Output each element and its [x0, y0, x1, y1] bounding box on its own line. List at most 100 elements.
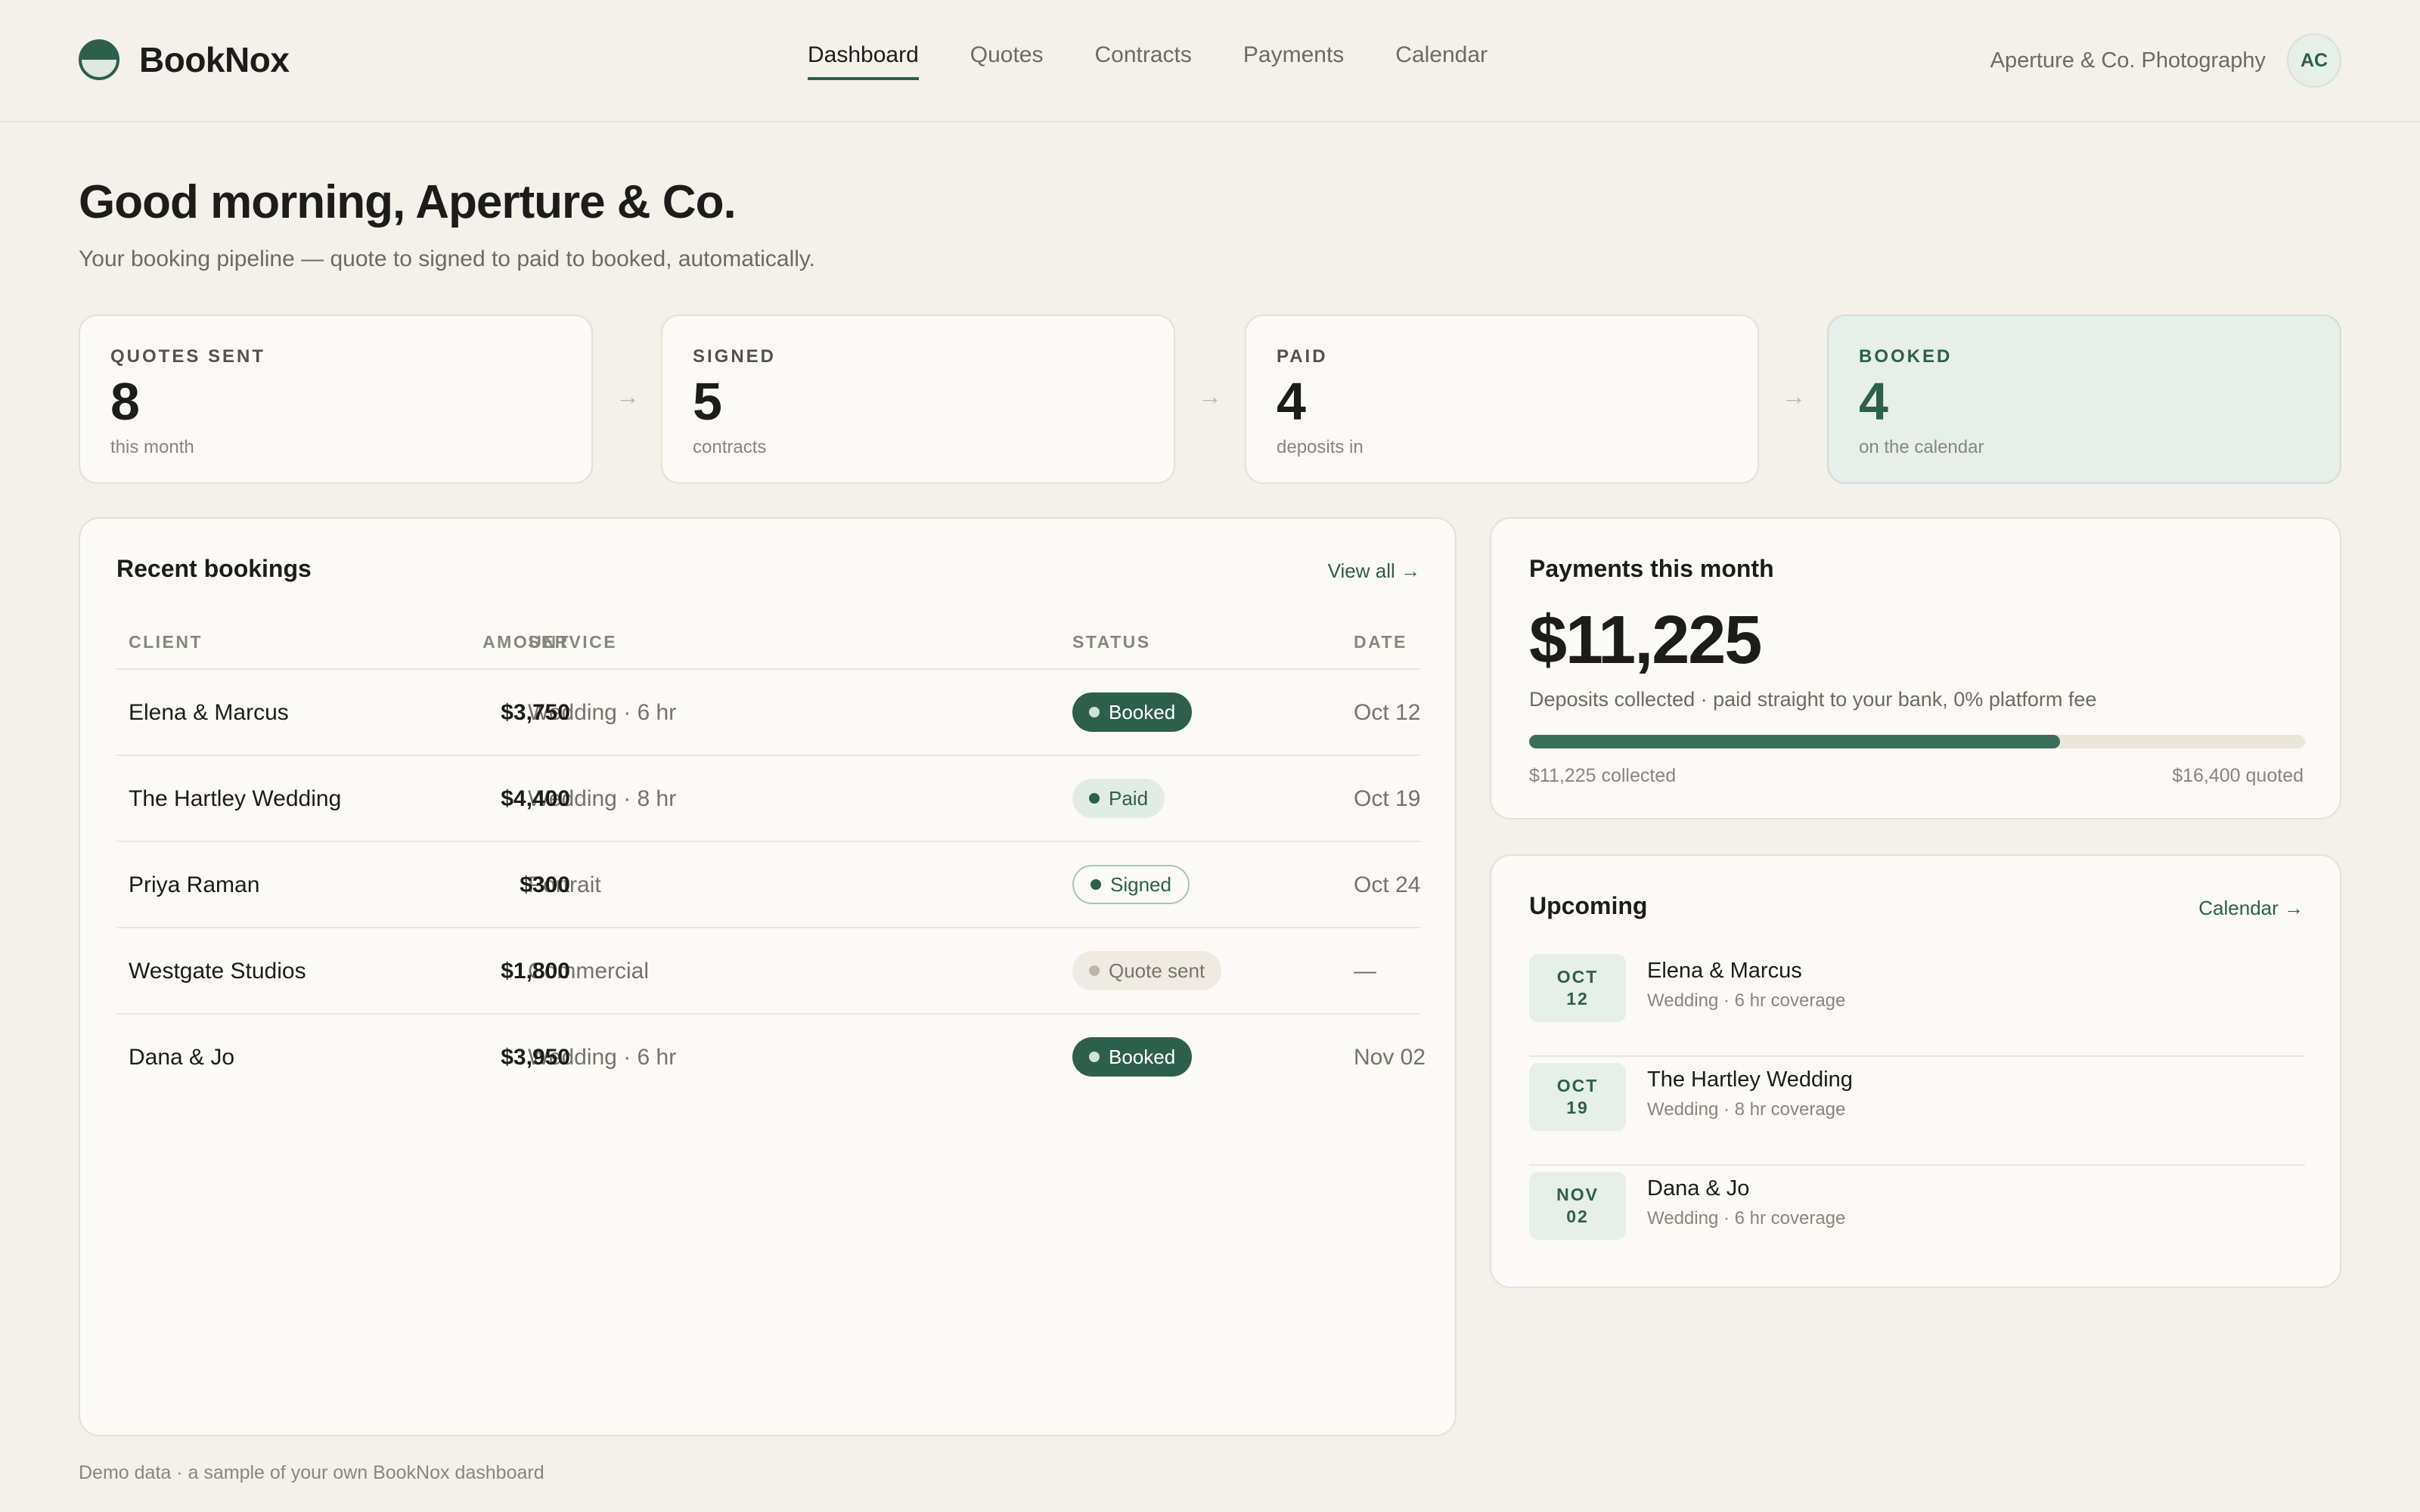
nav-quotes[interactable]: Quotes: [970, 42, 1044, 80]
status-badge: Paid: [1072, 779, 1165, 818]
payments-description: Deposits collected · paid straight to yo…: [1529, 688, 2097, 711]
nav-calendar[interactable]: Calendar: [1395, 42, 1488, 80]
stat-sub: contracts: [693, 437, 767, 457]
status-label: Quote sent: [1109, 959, 1205, 982]
app-name: BookNox: [139, 40, 290, 79]
nav-dashboard[interactable]: Dashboard: [808, 42, 919, 80]
status-cell: Booked: [1072, 1037, 1193, 1077]
status-cell: Booked: [1072, 692, 1193, 732]
status-label: Signed: [1110, 872, 1171, 896]
nav-contracts[interactable]: Contracts: [1095, 42, 1192, 80]
client-name: Elena & Marcus: [129, 700, 289, 725]
upcoming-client: The Hartley Wedding: [1647, 1067, 1853, 1092]
table-row[interactable]: Priya Raman Portrait $300 Signed Oct 24: [116, 842, 1420, 928]
upcoming-client: Dana & Jo: [1647, 1176, 1750, 1201]
upcoming-detail: Wedding · 8 hr coverage: [1647, 1099, 1846, 1120]
payments-panel: Payments this month $11,225 Deposits col…: [1490, 517, 2341, 820]
arrow-right-icon: →: [1782, 383, 1806, 410]
status-badge: Booked: [1072, 692, 1193, 732]
status-cell: Quote sent: [1072, 951, 1222, 990]
status-dot-icon: [1089, 793, 1100, 804]
status-dot-icon: [1089, 1052, 1100, 1062]
table-header: CLIENT SERVICE AMOUNT STATUS DATE: [116, 603, 1420, 670]
date-month: OCT: [1556, 1076, 1599, 1095]
logo-icon: [79, 39, 119, 80]
amount: $3,950: [501, 1045, 570, 1070]
stat-sub: this month: [110, 437, 194, 457]
footer-note: Demo data · a sample of your own BookNox…: [79, 1462, 544, 1483]
payments-total: $11,225: [1529, 603, 1762, 678]
status-label: Booked: [1109, 1045, 1176, 1068]
stat-card-quotes-sent[interactable]: QUOTES SENT 8 this month: [79, 314, 593, 484]
client-name: The Hartley Wedding: [129, 786, 342, 811]
page-title: Good morning, Aperture & Co.: [79, 176, 737, 228]
amount: $1,800: [501, 959, 570, 984]
stat-card-signed[interactable]: SIGNED 5 contracts: [661, 314, 1175, 484]
amount: $4,400: [501, 786, 570, 811]
collected-label: $11,225 collected: [1529, 765, 1677, 786]
table-row[interactable]: Elena & Marcus Wedding · 6 hr $3,750 Boo…: [116, 670, 1420, 756]
upcoming-item[interactable]: NOV 02 Dana & Jo Wedding · 6 hr coverage: [1529, 1166, 2305, 1275]
stat-sub: on the calendar: [1859, 437, 1984, 457]
stat-value: 8: [110, 372, 140, 431]
table-row[interactable]: Dana & Jo Wedding · 6 hr $3,950 Booked N…: [116, 1015, 1426, 1101]
date: Oct 12: [1354, 700, 1421, 725]
status-badge: Quote sent: [1072, 951, 1222, 990]
view-all-link[interactable]: View all →: [1328, 559, 1420, 583]
brand[interactable]: BookNox: [79, 39, 290, 80]
client-name: Westgate Studios: [129, 959, 306, 984]
stat-value: 4: [1277, 372, 1306, 431]
upcoming-detail: Wedding · 6 hr coverage: [1647, 990, 1846, 1011]
main-nav: Dashboard Quotes Contracts Payments Cale…: [808, 42, 1539, 80]
recent-bookings-title: Recent bookings: [116, 555, 312, 582]
payments-progress-bar: [1529, 735, 2305, 748]
nav-payments[interactable]: Payments: [1243, 42, 1344, 80]
stat-label: SIGNED: [693, 346, 777, 367]
status-dot-icon: [1089, 707, 1100, 717]
status-dot-icon: [1091, 879, 1101, 890]
page-subtitle: Your booking pipeline — quote to signed …: [79, 246, 816, 271]
date-chip: OCT 19: [1529, 1063, 1626, 1131]
stat-card-booked[interactable]: BOOKED 4 on the calendar: [1827, 314, 2341, 484]
quoted-label: $16,400 quoted: [2172, 765, 2304, 786]
status-label: Paid: [1109, 786, 1149, 810]
date-day: 12: [1566, 989, 1589, 1009]
status-badge: Signed: [1072, 865, 1190, 904]
column-header-date[interactable]: DATE: [1354, 632, 1407, 652]
stat-card-paid[interactable]: PAID 4 deposits in: [1245, 314, 1759, 484]
upcoming-title: Upcoming: [1529, 892, 1648, 919]
upcoming-client: Elena & Marcus: [1647, 959, 1802, 983]
stat-value: 5: [693, 372, 722, 431]
column-header-amount[interactable]: AMOUNT: [482, 632, 570, 652]
table-row[interactable]: The Hartley Wedding Wedding · 8 hr $4,40…: [116, 756, 1420, 842]
column-header-status[interactable]: STATUS: [1072, 632, 1151, 652]
account-menu[interactable]: Aperture & Co. Photography AC: [1990, 33, 2341, 88]
date-month: NOV: [1556, 1185, 1599, 1204]
column-header-client[interactable]: CLIENT: [129, 632, 203, 652]
amount: $300: [520, 872, 570, 897]
upcoming-item[interactable]: OCT 12 Elena & Marcus Wedding · 6 hr cov…: [1529, 948, 2305, 1057]
table-row[interactable]: Westgate Studios Commercial $1,800 Quote…: [116, 928, 1420, 1015]
status-cell: Paid: [1072, 779, 1165, 818]
arrow-right-icon: →: [616, 383, 640, 410]
date-day: 19: [1566, 1098, 1589, 1117]
date: Nov 02: [1354, 1045, 1426, 1070]
bookings-table: CLIENT SERVICE AMOUNT STATUS DATE Elena …: [116, 603, 1426, 1101]
date-month: OCT: [1556, 967, 1599, 987]
upcoming-list: OCT 12 Elena & Marcus Wedding · 6 hr cov…: [1529, 948, 2305, 1275]
upcoming-item[interactable]: OCT 19 The Hartley Wedding Wedding · 8 h…: [1529, 1057, 2305, 1166]
payments-progress-fill: [1529, 735, 2060, 748]
upcoming-panel: Upcoming Calendar → OCT 12 Elena & Marcu…: [1490, 854, 2341, 1288]
date: —: [1354, 959, 1376, 984]
status-badge: Booked: [1072, 1037, 1193, 1077]
calendar-link[interactable]: Calendar →: [2198, 897, 2304, 920]
recent-bookings-panel: Recent bookings View all → CLIENT SERVIC…: [79, 517, 1457, 1436]
date: Oct 24: [1354, 872, 1421, 897]
account-name: Aperture & Co. Photography: [1990, 48, 2266, 73]
amount: $3,750: [501, 700, 570, 725]
status-cell: Signed: [1072, 865, 1190, 904]
client-name: Dana & Jo: [129, 1045, 235, 1070]
stat-label: BOOKED: [1859, 346, 1953, 367]
avatar[interactable]: AC: [2287, 33, 2341, 88]
stat-value: 4: [1859, 372, 1888, 431]
